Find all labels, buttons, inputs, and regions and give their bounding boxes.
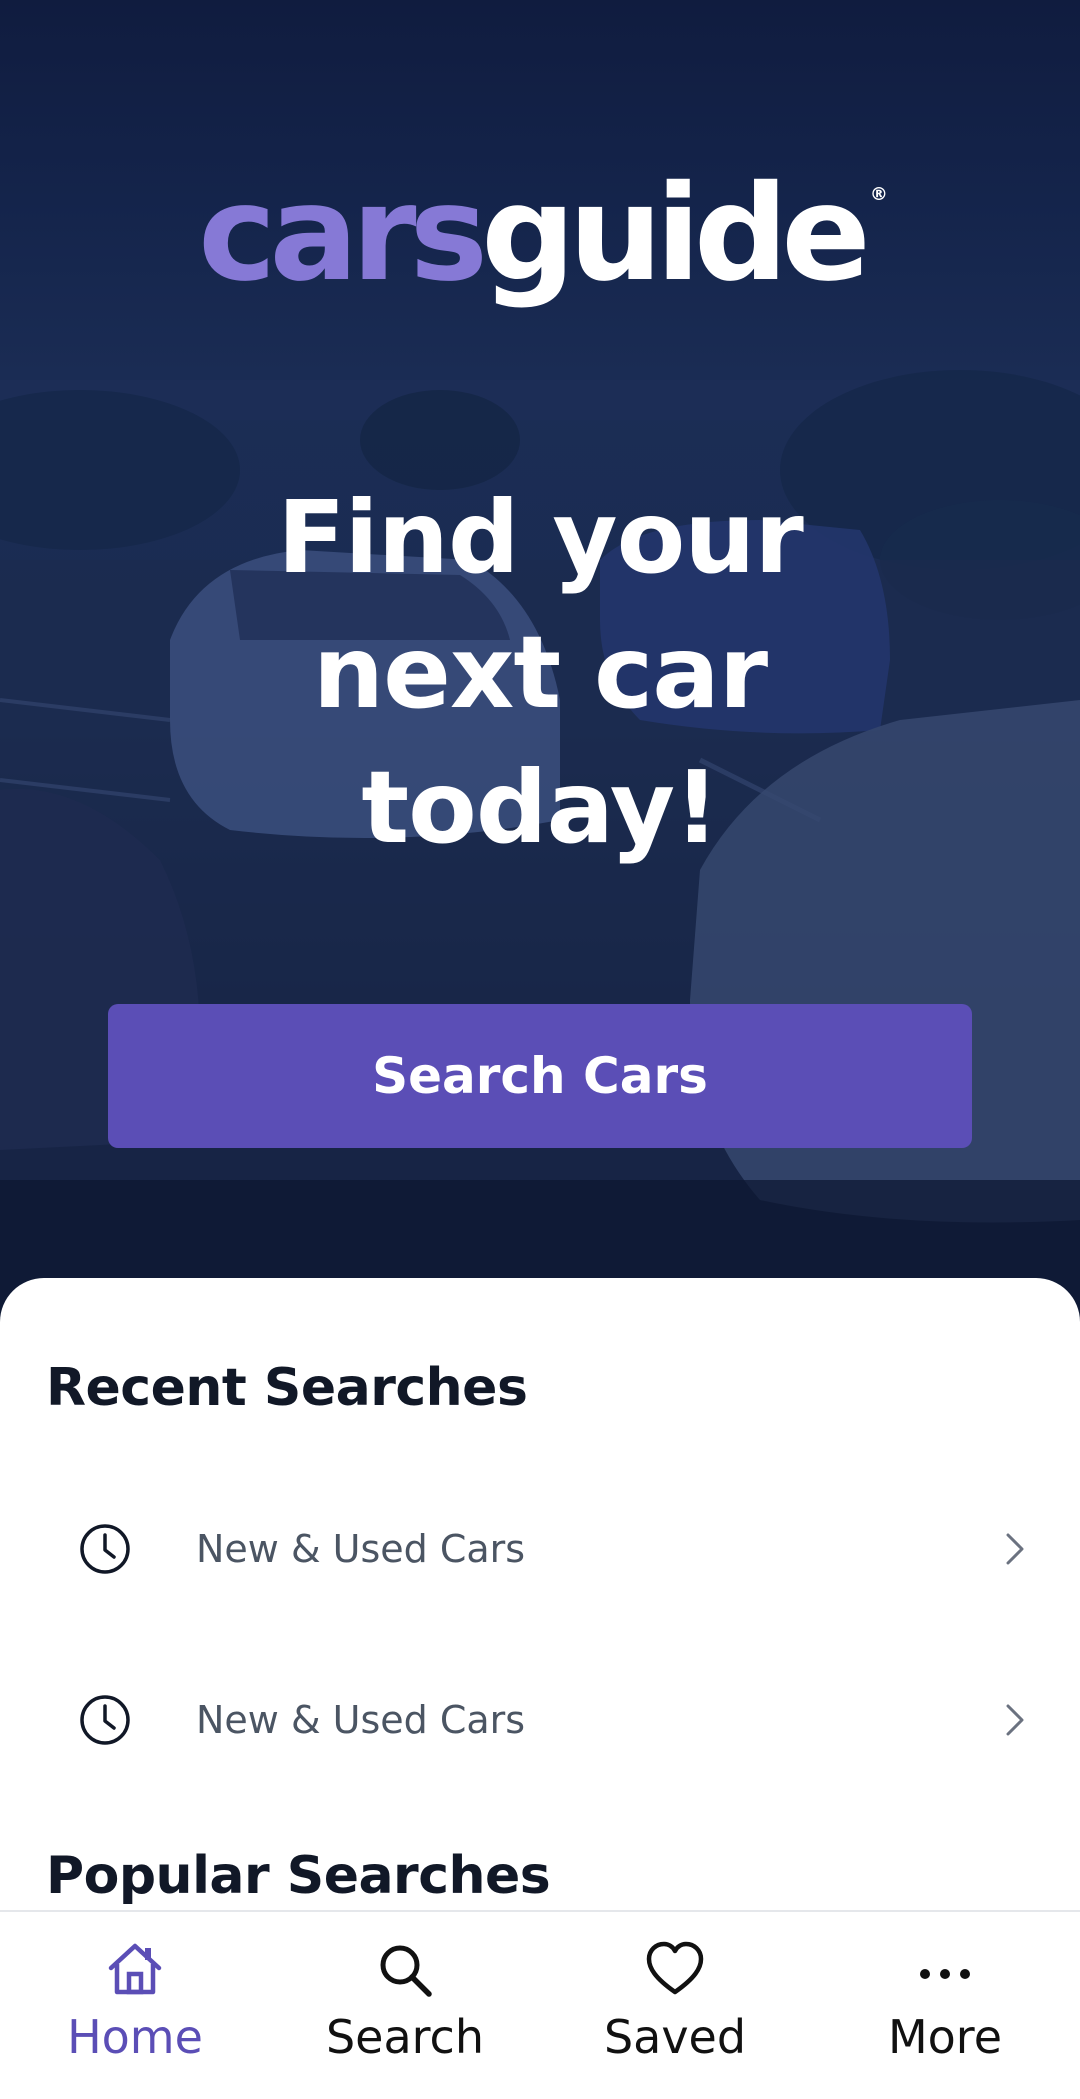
nav-saved-label: Saved: [603, 2010, 747, 2064]
recent-search-label: New & Used Cars: [196, 1698, 526, 1742]
nav-more[interactable]: More: [810, 1912, 1080, 2099]
bottom-navigation: Home Search Saved More: [0, 1910, 1080, 2099]
nav-saved[interactable]: Saved: [540, 1912, 810, 2099]
home-icon: [108, 1943, 162, 1995]
hero-headline: Find your next car today!: [140, 470, 940, 875]
registered-mark: ®: [869, 184, 888, 205]
recent-search-item[interactable]: New & Used Cars: [0, 1645, 1080, 1795]
more-icon: [920, 1969, 970, 1979]
hero-banner: carsguide ® Find your next car today! Sea…: [0, 0, 1080, 1330]
popular-searches-title: Popular Searches: [46, 1846, 551, 1906]
chevron-right-icon: [1006, 1704, 1024, 1736]
recent-searches-title: Recent Searches: [46, 1358, 528, 1418]
clock-icon: [80, 1695, 130, 1745]
headline-line-1: Find your: [277, 479, 804, 596]
nav-home[interactable]: Home: [0, 1912, 270, 2099]
recent-search-item[interactable]: New & Used Cars: [0, 1474, 1080, 1624]
nav-home-label: Home: [67, 2010, 203, 2064]
logo-guide-text: guide: [481, 157, 871, 311]
chevron-right-icon: [1006, 1533, 1024, 1565]
clock-icon: [80, 1524, 130, 1574]
nav-search-label: Search: [325, 2010, 485, 2064]
headline-line-3: today!: [361, 749, 719, 866]
nav-search[interactable]: Search: [270, 1912, 540, 2099]
search-cars-button[interactable]: Search Cars: [108, 1004, 972, 1148]
nav-more-label: More: [887, 2010, 1003, 2064]
headline-line-2: next car: [312, 614, 768, 731]
search-icon: [380, 1945, 432, 1997]
heart-icon: [646, 1941, 704, 1995]
logo-cars-text: cars: [198, 157, 488, 311]
recent-search-label: New & Used Cars: [196, 1527, 526, 1571]
carsguide-logo: carsguide ®: [0, 168, 1080, 300]
